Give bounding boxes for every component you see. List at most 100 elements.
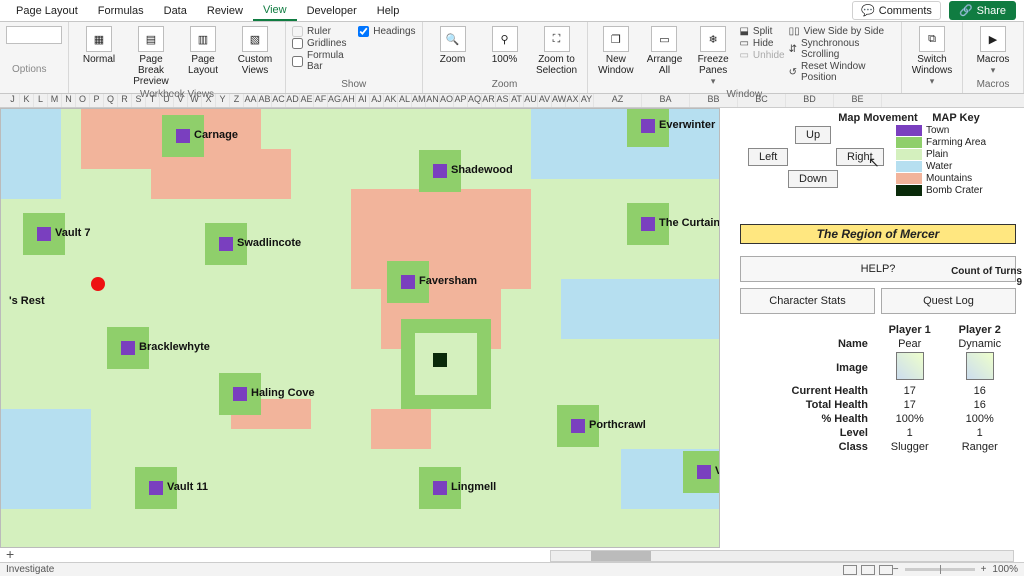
tab-page-layout[interactable]: Page Layout (6, 2, 88, 20)
side-by-side-button: ▯▯ View Side by Side (789, 26, 895, 37)
formula-bar-checkbox[interactable]: Formula Bar (292, 50, 354, 72)
legend-water-swatch (896, 161, 922, 172)
zoom-level[interactable]: 100% (992, 564, 1018, 575)
town-label: Everwinter (659, 119, 715, 131)
switch-windows-button[interactable]: ⧉Switch Windows (908, 24, 956, 89)
player-marker[interactable] (91, 277, 105, 291)
town-marker[interactable] (401, 275, 415, 289)
freeze-panes-button[interactable]: ❄Freeze Panes (691, 24, 736, 89)
town-label: Shadewood (451, 164, 513, 176)
bomb-crater-marker (433, 353, 447, 367)
move-left-button[interactable]: Left (748, 148, 788, 166)
town-marker[interactable] (176, 129, 190, 143)
town-marker[interactable] (641, 217, 655, 231)
ruler-checkbox[interactable]: Ruler (292, 26, 354, 37)
town-label: Swadlincote (237, 237, 301, 249)
sync-scroll-button: ⇵ Synchronous Scrolling (789, 38, 895, 60)
zoom-button[interactable]: 🔍Zoom (429, 24, 477, 67)
unhide-button[interactable]: ▭ Unhide (739, 50, 784, 61)
legend-town-swatch (896, 125, 922, 136)
town-label: Bracklewhyte (139, 341, 210, 353)
zoom-slider[interactable] (905, 568, 975, 571)
normal-view-icon[interactable] (843, 565, 857, 575)
share-button[interactable]: 🔗 Share (949, 1, 1016, 20)
town-label: Vault 7 (55, 227, 90, 239)
reset-pos-button: ↺ Reset Window Position (789, 61, 895, 83)
legend-plain-swatch (896, 149, 922, 160)
character-stats-button[interactable]: Character Stats (740, 288, 875, 314)
status-bar: Investigate − + 100% (0, 562, 1024, 576)
new-window-button[interactable]: ❐New Window (594, 24, 639, 78)
hide-button[interactable]: ▭ Hide (739, 38, 784, 49)
town-label: Faversham (419, 275, 477, 287)
tab-help[interactable]: Help (367, 2, 410, 20)
cursor-icon: ↖ (868, 154, 880, 171)
town-marker[interactable] (233, 387, 247, 401)
tab-data[interactable]: Data (154, 2, 197, 20)
map-legend: MAP Key Town Farming Area Plain Water Mo… (896, 112, 1016, 196)
player2-avatar (966, 352, 994, 380)
tab-formulas[interactable]: Formulas (88, 2, 154, 20)
zoom-selection-button[interactable]: ⛶Zoom to Selection (533, 24, 581, 78)
town-marker[interactable] (37, 227, 51, 241)
status-mode: Investigate (6, 564, 54, 575)
macros-button[interactable]: ▶Macros (969, 24, 1017, 78)
split-button[interactable]: ⬓ Split (739, 26, 784, 37)
game-map[interactable]: Carnage Everwinter Shadewood Vault 7 Swadlin… (0, 108, 720, 548)
arrange-all-button[interactable]: ▭Arrange All (642, 24, 687, 78)
group-zoom: Zoom (429, 79, 581, 93)
tab-review[interactable]: Review (197, 2, 253, 20)
town-marker[interactable] (433, 481, 447, 495)
group-macros: Macros (969, 79, 1017, 93)
ribbon: Options ▦Normal ▤Page Break Preview ▥Pag… (0, 22, 1024, 94)
legend-farming-swatch (896, 137, 922, 148)
town-marker[interactable] (571, 419, 585, 433)
town-label: Lingmell (451, 481, 496, 493)
comments-button[interactable]: 💬 Comments (852, 1, 941, 20)
column-headers[interactable]: JKLMNOPQRSTUVWXYZAAABACADAEAFAGAHAIAJAKA… (0, 94, 1024, 108)
tab-view[interactable]: View (253, 1, 297, 21)
zoom-100-button[interactable]: ⚲100% (481, 24, 529, 67)
count-of-turns: Count of Turns 9 (951, 266, 1022, 288)
sheet-tabs[interactable]: + (6, 546, 14, 562)
region-banner: The Region of Mercer (740, 224, 1016, 244)
town-label: Haling Cove (251, 387, 315, 399)
town-marker[interactable] (149, 481, 163, 495)
name-box[interactable] (6, 26, 62, 44)
options-button[interactable]: Options (12, 64, 62, 75)
legend-title: MAP Key (896, 112, 1016, 124)
town-label: Carnage (194, 129, 238, 141)
zoom-in-button[interactable]: + (981, 564, 987, 575)
ribbon-tabs: Page Layout Formulas Data Review View De… (0, 0, 1024, 22)
town-label: Porthcrawl (589, 419, 646, 431)
group-show: Show (292, 79, 416, 93)
town-label: 's Rest (9, 295, 45, 307)
town-marker[interactable] (219, 237, 233, 251)
add-sheet-button[interactable]: + (6, 546, 14, 562)
headings-checkbox[interactable]: Headings (358, 26, 415, 37)
legend-mountains-swatch (896, 173, 922, 184)
custom-views-button[interactable]: ▧Custom Views (231, 24, 279, 78)
tab-developer[interactable]: Developer (297, 2, 367, 20)
town-marker[interactable] (641, 119, 655, 133)
player-stats-table: Player 1Player 2 NamePearDynamic Image C… (740, 322, 1016, 455)
legend-crater-swatch (896, 185, 922, 196)
normal-view-button[interactable]: ▦Normal (75, 24, 123, 67)
town-label: The Curtains (659, 217, 720, 229)
town-label: Vault 11 (167, 481, 208, 493)
town-marker[interactable] (433, 164, 447, 178)
town-marker[interactable] (697, 465, 711, 479)
horizontal-scrollbar[interactable] (550, 550, 1014, 562)
page-break-button[interactable]: ▤Page Break Preview (127, 24, 175, 89)
page-layout-view-icon[interactable] (861, 565, 875, 575)
gridlines-checkbox[interactable]: Gridlines (292, 38, 354, 49)
quest-log-button[interactable]: Quest Log (881, 288, 1016, 314)
page-break-view-icon[interactable] (879, 565, 893, 575)
move-up-button[interactable]: Up (795, 126, 831, 144)
town-marker[interactable] (121, 341, 135, 355)
player1-avatar (896, 352, 924, 380)
zoom-out-button[interactable]: − (893, 564, 899, 575)
page-layout-button[interactable]: ▥Page Layout (179, 24, 227, 78)
move-down-button[interactable]: Down (788, 170, 838, 188)
side-panel: Map Movement Up Left Right Down ↖ MAP Ke… (720, 108, 1024, 548)
